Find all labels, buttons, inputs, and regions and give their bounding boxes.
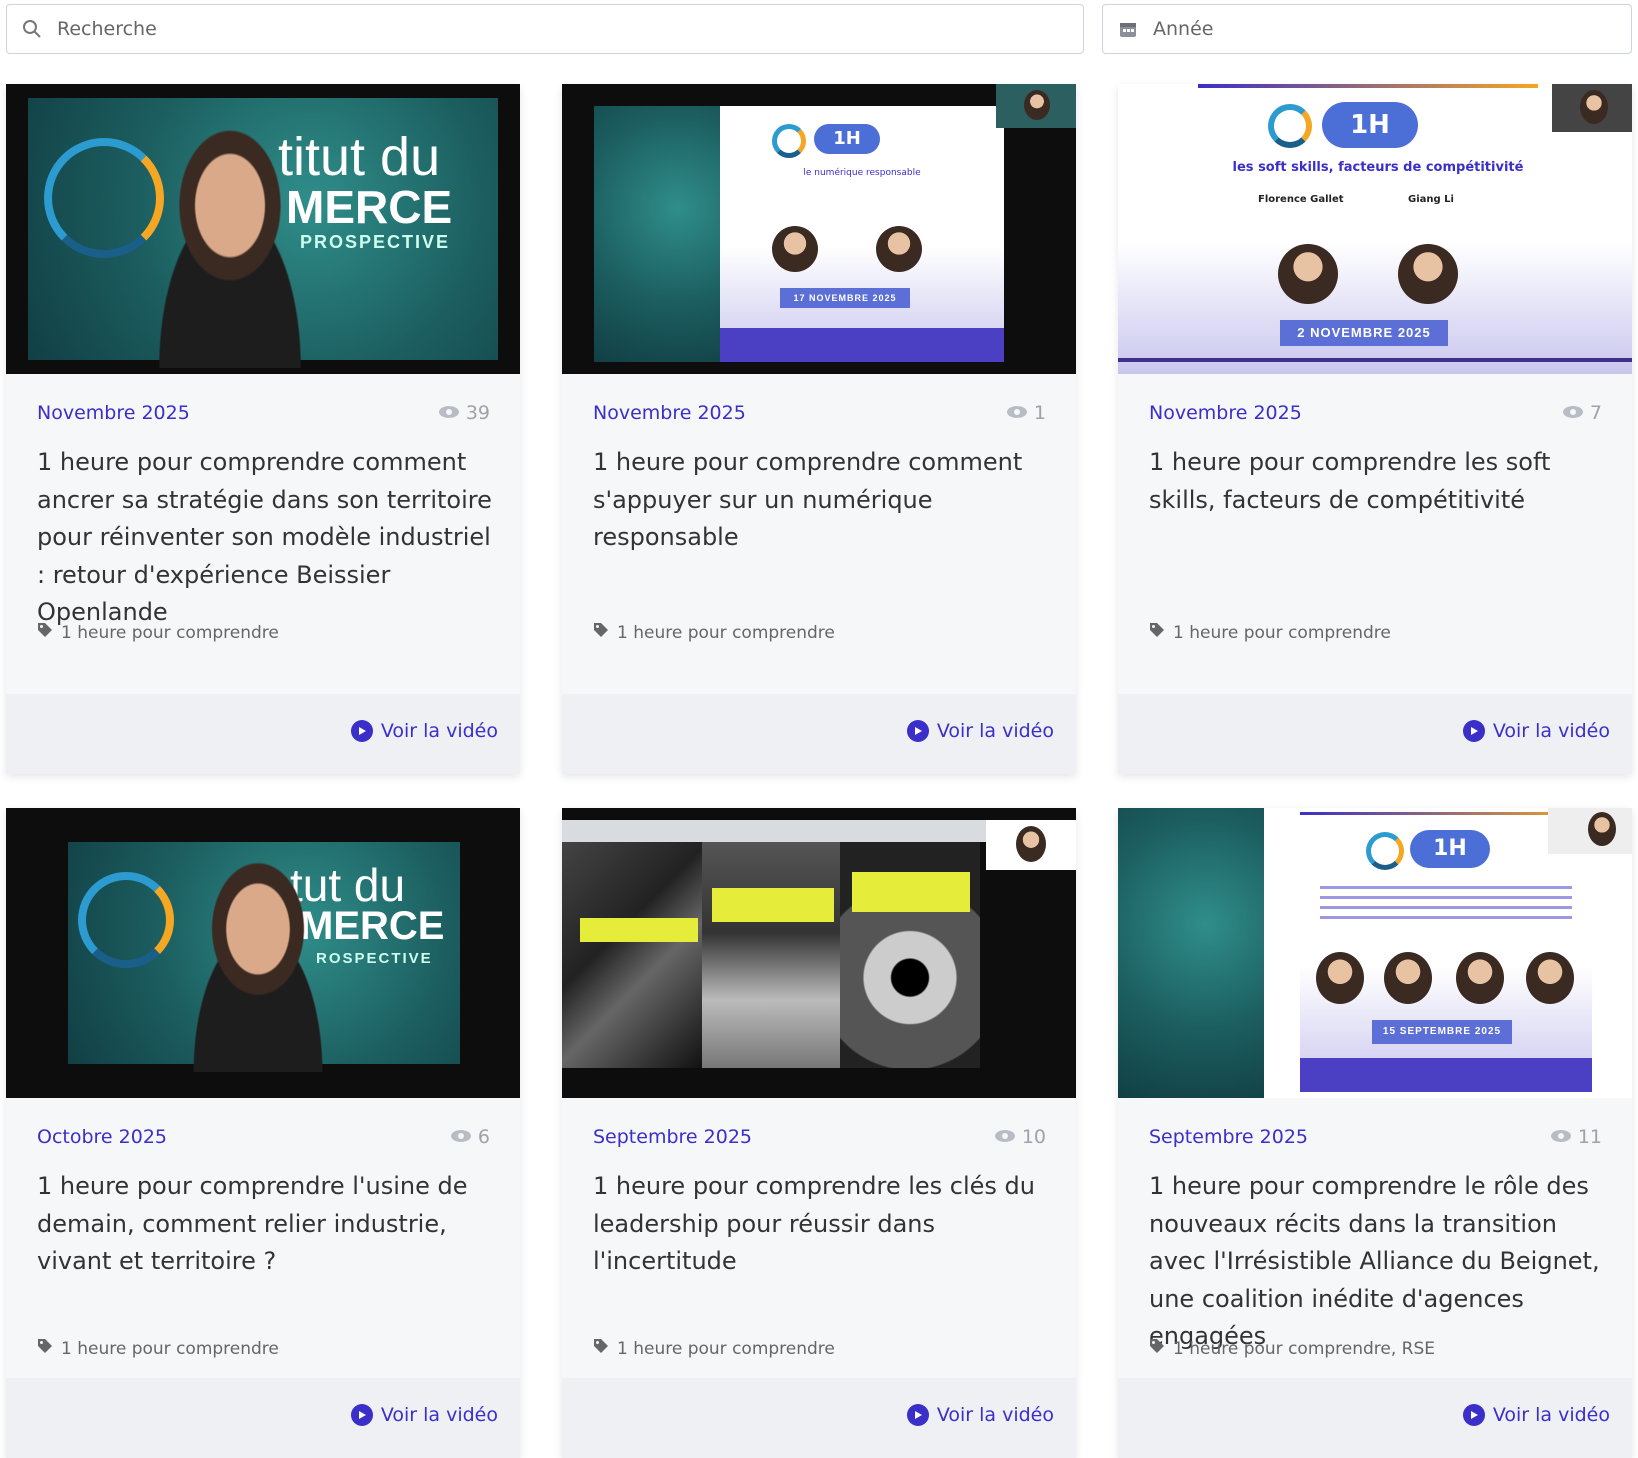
thumbnail-badge: 1H [1322, 102, 1418, 148]
watch-video-button[interactable]: Voir la vidéo [1462, 720, 1610, 742]
play-icon [350, 1404, 373, 1426]
card-footer: Voir la vidéo [6, 1378, 520, 1458]
video-date: Novembre 2025 [593, 402, 746, 424]
card-footer: Voir la vidéo [562, 1378, 1076, 1458]
thumbnail-text: Giang Li [1408, 194, 1454, 205]
video-title[interactable]: 1 heure pour comprendre les soft skills,… [1149, 444, 1604, 519]
watch-video-button[interactable]: Voir la vidéo [906, 1404, 1054, 1426]
watch-video-button[interactable]: Voir la vidéo [350, 1404, 498, 1426]
view-count: 10 [994, 1126, 1046, 1148]
video-thumbnail[interactable]: titut du MERCE PROSPECTIVE [6, 84, 520, 374]
card-footer: Voir la vidéo [6, 694, 520, 774]
thumbnail-badge: 1H [814, 124, 880, 154]
play-icon [350, 720, 373, 742]
search-input[interactable] [57, 18, 1013, 40]
eye-icon [994, 1126, 1016, 1148]
eye-icon [450, 1126, 472, 1148]
card-footer: Voir la vidéo [562, 694, 1076, 774]
tag-icon [37, 1338, 53, 1359]
video-thumbnail[interactable]: 1H 15 SEPTEMBRE 2025 [1118, 808, 1632, 1098]
webcam-overlay [1552, 84, 1632, 132]
video-title[interactable]: 1 heure pour comprendre comment s'appuye… [593, 444, 1048, 557]
play-icon [906, 720, 929, 742]
view-count: 11 [1550, 1126, 1602, 1148]
view-count: 1 [1006, 402, 1046, 424]
video-card: titut du MERCE PROSPECTIVE Novembre 2025… [6, 84, 520, 774]
view-count: 7 [1562, 402, 1602, 424]
video-date: Octobre 2025 [37, 1126, 168, 1148]
webcam-overlay [986, 820, 1076, 870]
video-thumbnail[interactable]: tut du MERCE ROSPECTIVE [6, 808, 520, 1098]
thumbnail-date: 15 SEPTEMBRE 2025 [1372, 1020, 1512, 1044]
video-thumbnail[interactable]: 1H les soft skills, facteurs de compétit… [1118, 84, 1632, 374]
eye-icon [1550, 1126, 1572, 1148]
card-footer: Voir la vidéo [1118, 694, 1632, 774]
video-date: Novembre 2025 [37, 402, 190, 424]
video-title[interactable]: 1 heure pour comprendre comment ancrer s… [37, 444, 492, 632]
video-card: 1H les soft skills, facteurs de compétit… [1118, 84, 1632, 774]
tag-icon [593, 622, 609, 643]
tag-icon [593, 1338, 609, 1359]
play-icon [1462, 720, 1485, 742]
search-icon [21, 18, 43, 40]
video-date: Novembre 2025 [1149, 402, 1302, 424]
video-thumbnail[interactable]: 1H le numérique responsable 17 NOVEMBRE … [562, 84, 1076, 374]
video-tags: 1 heure pour comprendre [593, 1338, 835, 1359]
tag-icon [1149, 622, 1165, 643]
video-card: tut du MERCE ROSPECTIVE Octobre 2025 6 1… [6, 808, 520, 1458]
video-thumbnail[interactable] [562, 808, 1076, 1098]
thumbnail-text: les soft skills, facteurs de compétitivi… [1232, 160, 1524, 175]
watch-video-button[interactable]: Voir la vidéo [906, 720, 1054, 742]
thumbnail-text: le numérique responsable [803, 168, 921, 178]
video-tags: 1 heure pour comprendre, RSE [1149, 1338, 1435, 1359]
eye-icon [438, 402, 460, 424]
presenter-image [158, 852, 358, 1072]
eye-icon [1006, 402, 1028, 424]
video-date: Septembre 2025 [593, 1126, 752, 1148]
search-field[interactable] [6, 4, 1084, 54]
calendar-icon [1117, 18, 1139, 40]
card-footer: Voir la vidéo [1118, 1378, 1632, 1458]
thumbnail-badge: 1H [1410, 830, 1490, 868]
tag-icon [1149, 1338, 1165, 1359]
year-input[interactable] [1153, 18, 1616, 40]
webcam-overlay [996, 84, 1076, 128]
thumbnail-date: 2 NOVEMBRE 2025 [1280, 320, 1448, 346]
webcam-overlay [1548, 808, 1632, 854]
video-card: 1H le numérique responsable 17 NOVEMBRE … [562, 84, 1076, 774]
year-filter[interactable] [1102, 4, 1632, 54]
video-card: 1H 15 SEPTEMBRE 2025 Septembre 2025 11 1… [1118, 808, 1632, 1458]
thumbnail-text: Florence Gallet [1258, 194, 1344, 205]
view-count: 6 [450, 1126, 490, 1148]
play-icon [1462, 1404, 1485, 1426]
eye-icon [1562, 402, 1584, 424]
video-card: Septembre 2025 10 1 heure pour comprendr… [562, 808, 1076, 1458]
video-tags: 1 heure pour comprendre [593, 622, 835, 643]
play-icon [906, 1404, 929, 1426]
video-tags: 1 heure pour comprendre [1149, 622, 1391, 643]
video-title[interactable]: 1 heure pour comprendre l'usine de demai… [37, 1168, 492, 1281]
video-title[interactable]: 1 heure pour comprendre les clés du lead… [593, 1168, 1048, 1281]
video-tags: 1 heure pour comprendre [37, 622, 279, 643]
thumbnail-date: 17 NOVEMBRE 2025 [780, 288, 910, 308]
watch-video-button[interactable]: Voir la vidéo [350, 720, 498, 742]
view-count: 39 [438, 402, 490, 424]
video-title[interactable]: 1 heure pour comprendre le rôle des nouv… [1149, 1168, 1604, 1356]
presenter-image [120, 118, 340, 368]
tag-icon [37, 622, 53, 643]
video-date: Septembre 2025 [1149, 1126, 1308, 1148]
watch-video-button[interactable]: Voir la vidéo [1462, 1404, 1610, 1426]
video-tags: 1 heure pour comprendre [37, 1338, 279, 1359]
